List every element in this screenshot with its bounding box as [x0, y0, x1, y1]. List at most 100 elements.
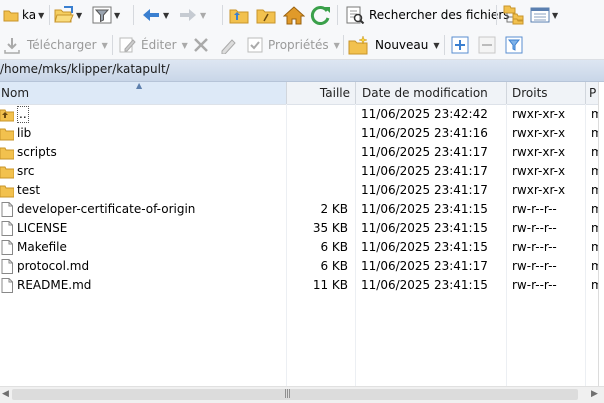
drive-selector[interactable]: ka ▼ [3, 3, 44, 27]
delete-button[interactable] [192, 33, 210, 57]
column-size-label: Taille [319, 86, 350, 100]
column-header-name[interactable]: ▲ Nom [0, 81, 286, 104]
scroll-left-icon[interactable]: ◀ [2, 389, 9, 399]
open-folder-button[interactable]: ▼ [54, 3, 82, 27]
folder-icon [0, 128, 14, 141]
search-files-button[interactable]: Rechercher des fichiers [345, 3, 510, 27]
root-folder-button[interactable] [256, 3, 276, 27]
funnel-icon [505, 36, 523, 54]
tree-view-button[interactable] [503, 3, 525, 27]
refresh-button[interactable] [310, 3, 332, 27]
refresh-icon [310, 6, 330, 25]
back-button[interactable]: ▼ [141, 3, 169, 27]
remove-button[interactable] [478, 33, 496, 57]
file-rights: rw-r--r-- [512, 259, 557, 273]
vertical-scrollbar[interactable] [598, 82, 604, 386]
file-modified: 11/06/2025 23:41:16 [361, 126, 488, 140]
file-rights: rwxr-xr-x [512, 145, 566, 159]
toolbar-divider [222, 5, 223, 25]
file-row[interactable]: developer-certificate-of-origin 2 KB 11/… [0, 200, 604, 219]
plus-icon [451, 36, 469, 54]
file-size: 11 KB [312, 278, 348, 292]
find-files-icon [346, 6, 365, 24]
file-modified: 11/06/2025 23:41:15 [361, 202, 488, 216]
parent-folder-button[interactable] [229, 3, 249, 27]
folder-icon [0, 147, 14, 160]
file-icon [1, 240, 13, 255]
add-button[interactable] [451, 33, 469, 57]
chevron-down-icon: ▼ [552, 10, 559, 20]
column-name-label: Nom [1, 86, 30, 100]
rename-button[interactable] [219, 33, 239, 57]
file-icon [1, 259, 13, 274]
filter-files-button[interactable] [505, 33, 523, 57]
scroll-right-icon[interactable]: ▶ [591, 389, 598, 399]
toolbar-divider [343, 35, 344, 55]
file-modified: 11/06/2025 23:41:15 [361, 221, 488, 235]
column-rights-label: Droits [512, 86, 548, 100]
open-folder-icon [54, 6, 74, 23]
file-name: protocol.md [17, 259, 90, 273]
file-row[interactable]: README.md 11 KB 11/06/2025 23:41:15 rw-r… [0, 276, 604, 295]
view-mode-button[interactable]: ▼ [530, 3, 558, 27]
chevron-down-icon: ▼ [114, 10, 121, 20]
folder-tree-icon [503, 5, 524, 25]
file-name: src [17, 164, 35, 178]
forward-button[interactable]: ▼ [178, 3, 206, 27]
home-icon [283, 6, 305, 25]
file-rights: rw-r--r-- [512, 221, 557, 235]
column-header-size[interactable]: Taille [287, 82, 350, 104]
file-row[interactable]: src 11/06/2025 23:41:17 rwxr-xr-x m [0, 162, 604, 181]
horizontal-scrollbar[interactable]: ◀ ||| ▶ [0, 386, 604, 403]
file-row[interactable]: protocol.md 6 KB 11/06/2025 23:41:17 rw-… [0, 257, 604, 276]
edit-button[interactable]: Éditer ▼ [118, 33, 188, 57]
file-modified: 11/06/2025 23:41:15 [361, 278, 488, 292]
home-button[interactable] [283, 3, 305, 27]
folder-up-icon [229, 9, 249, 24]
sort-ascending-icon: ▲ [136, 81, 143, 90]
column-divider[interactable] [355, 82, 356, 104]
file-icon [1, 202, 13, 217]
file-rights: rwxr-xr-x [512, 164, 566, 178]
search-files-label: Rechercher des fichiers [369, 8, 510, 22]
column-modified-label: Date de modification [362, 86, 488, 100]
file-row[interactable]: scripts 11/06/2025 23:41:17 rwxr-xr-x m [0, 143, 604, 162]
properties-button[interactable]: Propriétés ▼ [246, 33, 340, 57]
drive-label: ka [22, 8, 37, 22]
delete-x-icon [194, 38, 208, 52]
scrollbar-thumb[interactable]: ||| [12, 389, 578, 400]
file-size: 6 KB [320, 259, 348, 273]
file-row[interactable]: Makefile 6 KB 11/06/2025 23:41:15 rw-r--… [0, 238, 604, 257]
file-rights: rwxr-xr-x [512, 126, 566, 140]
list-view-icon [530, 7, 550, 23]
file-name: test [17, 183, 41, 197]
edit-label: Éditer [141, 38, 177, 52]
column-header-modified[interactable]: Date de modification [362, 82, 502, 104]
download-label: Télécharger [27, 38, 97, 52]
toolbar-divider [112, 35, 113, 55]
new-button[interactable]: Nouveau ▼ [348, 33, 440, 57]
file-name: .. [17, 106, 29, 123]
filter-button[interactable]: ▼ [92, 3, 120, 27]
file-list-header: ▲ Nom Taille Date de modification Droits… [0, 81, 604, 105]
file-name: LICENSE [17, 221, 68, 235]
file-row[interactable]: test 11/06/2025 23:41:17 rwxr-xr-x m [0, 181, 604, 200]
toolbar-divider [444, 35, 445, 55]
download-icon [4, 38, 20, 54]
file-row-parent[interactable]: .. 11/06/2025 23:42:42 rwxr-xr-x m [0, 105, 604, 124]
folder-icon [0, 166, 14, 179]
file-row[interactable]: lib 11/06/2025 23:41:16 rwxr-xr-x m [0, 124, 604, 143]
column-divider[interactable] [585, 82, 586, 104]
download-button[interactable]: Télécharger ▼ [3, 33, 108, 57]
properties-icon [247, 37, 263, 53]
column-header-rights[interactable]: Droits [512, 82, 582, 104]
rename-icon [221, 39, 236, 54]
file-rights: rw-r--r-- [512, 278, 557, 292]
chevron-down-icon: ▼ [101, 40, 108, 50]
column-divider[interactable] [506, 82, 507, 104]
chevron-down-icon: ▼ [333, 40, 340, 50]
arrow-right-icon [180, 9, 196, 21]
path-bar[interactable]: /home/mks/klipper/katapult/ [0, 60, 604, 82]
chevron-down-icon: ▼ [76, 10, 83, 20]
file-row[interactable]: LICENSE 35 KB 11/06/2025 23:41:15 rw-r--… [0, 219, 604, 238]
